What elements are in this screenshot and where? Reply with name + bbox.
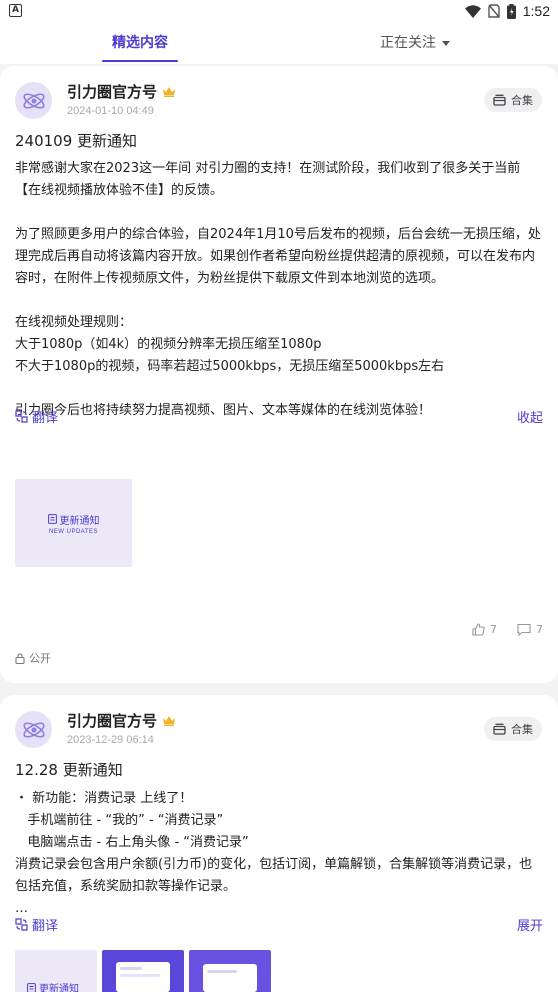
translate-button[interactable]: 翻译 — [15, 915, 58, 934]
no-sim-icon — [488, 4, 500, 18]
translate-button[interactable]: 翻译 — [15, 407, 58, 426]
battery-icon — [506, 3, 516, 19]
truncation-ellipsis: … — [15, 901, 28, 916]
post-body: 非常感谢大家在2023这一年间 对引力圈的支持！在测试阶段，我们收到了很多关于当… — [15, 158, 545, 422]
post-image[interactable] — [189, 950, 271, 992]
translate-icon — [15, 410, 28, 423]
app-notification-icon: A — [9, 4, 22, 17]
post-title: 240109 更新通知 — [15, 132, 138, 150]
collection-label: 合集 — [511, 723, 533, 736]
atom-logo-icon — [22, 721, 45, 738]
atom-logo-icon — [22, 92, 45, 109]
post-image[interactable]: 更新通知 NEW UPDATES — [15, 479, 132, 567]
avatar[interactable] — [15, 711, 52, 748]
screenshot-window — [203, 964, 257, 992]
top-tabs: 精选内容 正在关注 — [0, 22, 558, 64]
post-body: ・ 新功能：消费记录 上线了！ 手机端前往 - “我的” - “消费记录” 电脑… — [15, 788, 545, 920]
post-images: 更新通知 — [15, 950, 271, 992]
post-paragraph: 消费记录会包含用户余额(引力币)的变化，包括订阅，单篇解锁，合集解锁等消费记录，… — [15, 857, 533, 894]
status-bar: A 1:52 — [0, 0, 558, 22]
comment-icon — [517, 623, 531, 636]
status-icons: 1:52 — [464, 2, 550, 20]
collection-icon — [493, 723, 506, 735]
image-title: 更新通知 — [47, 512, 100, 527]
tab-following[interactable]: 正在关注 — [360, 22, 470, 64]
visibility-status: 公开 — [15, 650, 51, 666]
post-paragraph: 为了照顾更多用户的综合体验，自2024年1月10号后发布的视频，后台会统一无损压… — [15, 227, 541, 286]
translate-icon — [15, 918, 28, 931]
dropdown-caret-icon — [442, 40, 450, 46]
like-count: 7 — [490, 623, 497, 636]
author-name: 引力圈官方号 — [67, 83, 158, 101]
crown-icon — [163, 87, 176, 97]
document-icon — [27, 982, 36, 992]
like-button[interactable]: 7 — [472, 623, 497, 636]
wifi-icon — [464, 4, 481, 18]
image-title: 更新通知 — [27, 980, 79, 992]
post-image[interactable]: 更新通知 — [15, 950, 97, 992]
post-card: 引力圈官方号 2023-12-29 06:14 合集 12.28 更新通知 ・ … — [0, 695, 558, 992]
translate-label: 翻译 — [32, 919, 59, 934]
screenshot-line — [120, 974, 160, 977]
collapse-link[interactable]: 收起 — [517, 407, 543, 426]
post-paragraph: 非常感谢大家在2023这一年间 对引力圈的支持！在测试阶段，我们收到了很多关于当… — [15, 161, 521, 198]
image-title-text: 更新通知 — [39, 984, 79, 992]
screenshot-line — [207, 970, 237, 973]
visibility-label: 公开 — [29, 652, 51, 665]
active-tab-indicator — [102, 60, 178, 62]
collection-button[interactable]: 合集 — [484, 88, 542, 112]
document-icon — [47, 514, 57, 524]
author-name-row[interactable]: 引力圈官方号 — [67, 81, 176, 102]
thumbs-up-icon — [472, 623, 485, 636]
collection-icon — [493, 94, 506, 106]
tab-featured-label: 精选内容 — [112, 35, 168, 51]
post-line: 电脑端点击 - 右上角头像 - “消费记录” — [15, 835, 249, 850]
post-date: 2023-12-29 06:14 — [67, 734, 154, 746]
screenshot-line — [120, 967, 142, 970]
post-line: ・ 新功能：消费记录 上线了！ — [15, 791, 193, 806]
post-date: 2024-01-10 04:49 — [67, 105, 154, 117]
lock-icon — [15, 652, 25, 664]
collection-label: 合集 — [511, 94, 533, 107]
expand-link[interactable]: 展开 — [517, 915, 543, 934]
comment-count: 7 — [536, 623, 543, 636]
post-card: 引力圈官方号 2024-01-10 04:49 合集 240109 更新通知 非… — [0, 66, 558, 683]
post-title: 12.28 更新通知 — [15, 761, 123, 779]
comment-button[interactable]: 7 — [517, 623, 543, 636]
image-subtitle: NEW UPDATES — [48, 528, 99, 535]
image-title-text: 更新通知 — [59, 515, 100, 527]
author-name: 引力圈官方号 — [67, 712, 158, 730]
avatar[interactable] — [15, 82, 52, 119]
crown-icon — [163, 716, 176, 726]
tab-featured[interactable]: 精选内容 — [80, 22, 200, 64]
post-image[interactable] — [102, 950, 184, 992]
author-name-row[interactable]: 引力圈官方号 — [67, 710, 176, 731]
post-paragraph: 引力圈今后也将持续努力提高视频、图片、文本等媒体的在线浏览体验！ — [15, 403, 432, 418]
translate-label: 翻译 — [32, 411, 59, 426]
tab-following-label: 正在关注 — [380, 35, 436, 51]
post-line: 手机端前往 - “我的” - “消费记录” — [15, 813, 224, 828]
status-time: 1:52 — [522, 3, 550, 19]
post-paragraph: 在线视频处理规则： 大于1080p（如4k）的视频分辨率无损压缩至1080p 不… — [15, 315, 445, 374]
collection-button[interactable]: 合集 — [484, 717, 542, 741]
post-stats: 7 7 — [472, 623, 543, 636]
